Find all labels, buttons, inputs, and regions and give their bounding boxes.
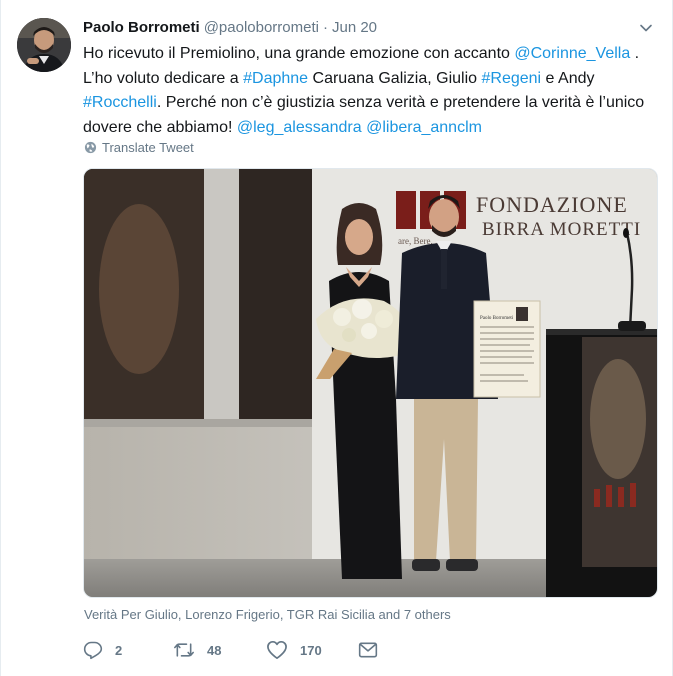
avatar-photo [17, 18, 71, 72]
globe-icon [84, 141, 97, 154]
author-name[interactable]: Paolo Borrometi [83, 19, 200, 36]
tweet-card[interactable]: Paolo Borrometi @paoloborrometi · Jun 20 Ho… [0, 0, 673, 676]
tweet-photo[interactable]: FONDAZIONE BIRRA MORETTI are, Bere, ... [83, 168, 658, 598]
hashtag-rocchelli[interactable]: #Rocchelli [83, 94, 157, 111]
like-button[interactable]: 170 [266, 640, 358, 660]
mention-libera-annclm[interactable]: @libera_annclm [366, 119, 482, 136]
translate-tweet-label: Translate Tweet [102, 140, 194, 155]
tweet-text-segment: e Andy [541, 69, 595, 87]
heart-icon [267, 640, 287, 660]
logo-text-line2: BIRRA MORETTI [482, 219, 641, 240]
author-handle[interactable]: @paoloborrometi [204, 19, 319, 36]
tagged-people[interactable]: Verità Per Giulio, Lorenzo Frigerio, TGR… [84, 607, 451, 622]
tweet-text-segment: . [630, 45, 640, 62]
tweet-timestamp[interactable]: Jun 20 [332, 19, 377, 36]
tweet-text-segment: Caruana Galizia, Giulio [308, 69, 482, 87]
retweet-icon [174, 643, 194, 657]
reply-icon [83, 641, 103, 660]
tweet-actions: 2 48 170 [83, 638, 378, 662]
tweet-header: Paolo Borrometi @paoloborrometi · Jun 20 [83, 18, 377, 38]
translate-tweet-button[interactable]: Translate Tweet [84, 140, 194, 155]
logo-text-line1: FONDAZIONE [476, 192, 628, 217]
retweet-button[interactable]: 48 [173, 640, 266, 660]
hashtag-regeni[interactable]: #Regeni [482, 70, 542, 87]
chevron-down-icon [640, 24, 652, 32]
tweet-text: Ho ricevuto il Premiolino, una grande em… [83, 42, 648, 140]
avatar[interactable] [17, 18, 71, 72]
retweet-count: 48 [207, 642, 222, 658]
tweet-text-segment: Ho ricevuto il Premiolino, una grande em… [83, 45, 515, 62]
separator: · [322, 19, 328, 36]
reply-count: 2 [115, 642, 123, 658]
mention-corinne-vella[interactable]: @Corinne_Vella [514, 45, 630, 62]
tweet-text-segment: L’ho voluto dedicare a [83, 69, 244, 87]
reply-button[interactable]: 2 [83, 640, 173, 660]
direct-message-button[interactable] [358, 641, 378, 659]
award-ceremony-photo: FONDAZIONE BIRRA MORETTI are, Bere, ... [84, 169, 657, 597]
envelope-icon [358, 642, 378, 658]
mention-leg-alessandra[interactable]: @leg_alessandra [237, 119, 362, 136]
hashtag-daphne[interactable]: #Daphne [243, 70, 308, 87]
like-count: 170 [300, 642, 322, 658]
certificate-heading: Paolo Borrometi [480, 316, 514, 321]
more-options-button[interactable] [638, 20, 654, 36]
